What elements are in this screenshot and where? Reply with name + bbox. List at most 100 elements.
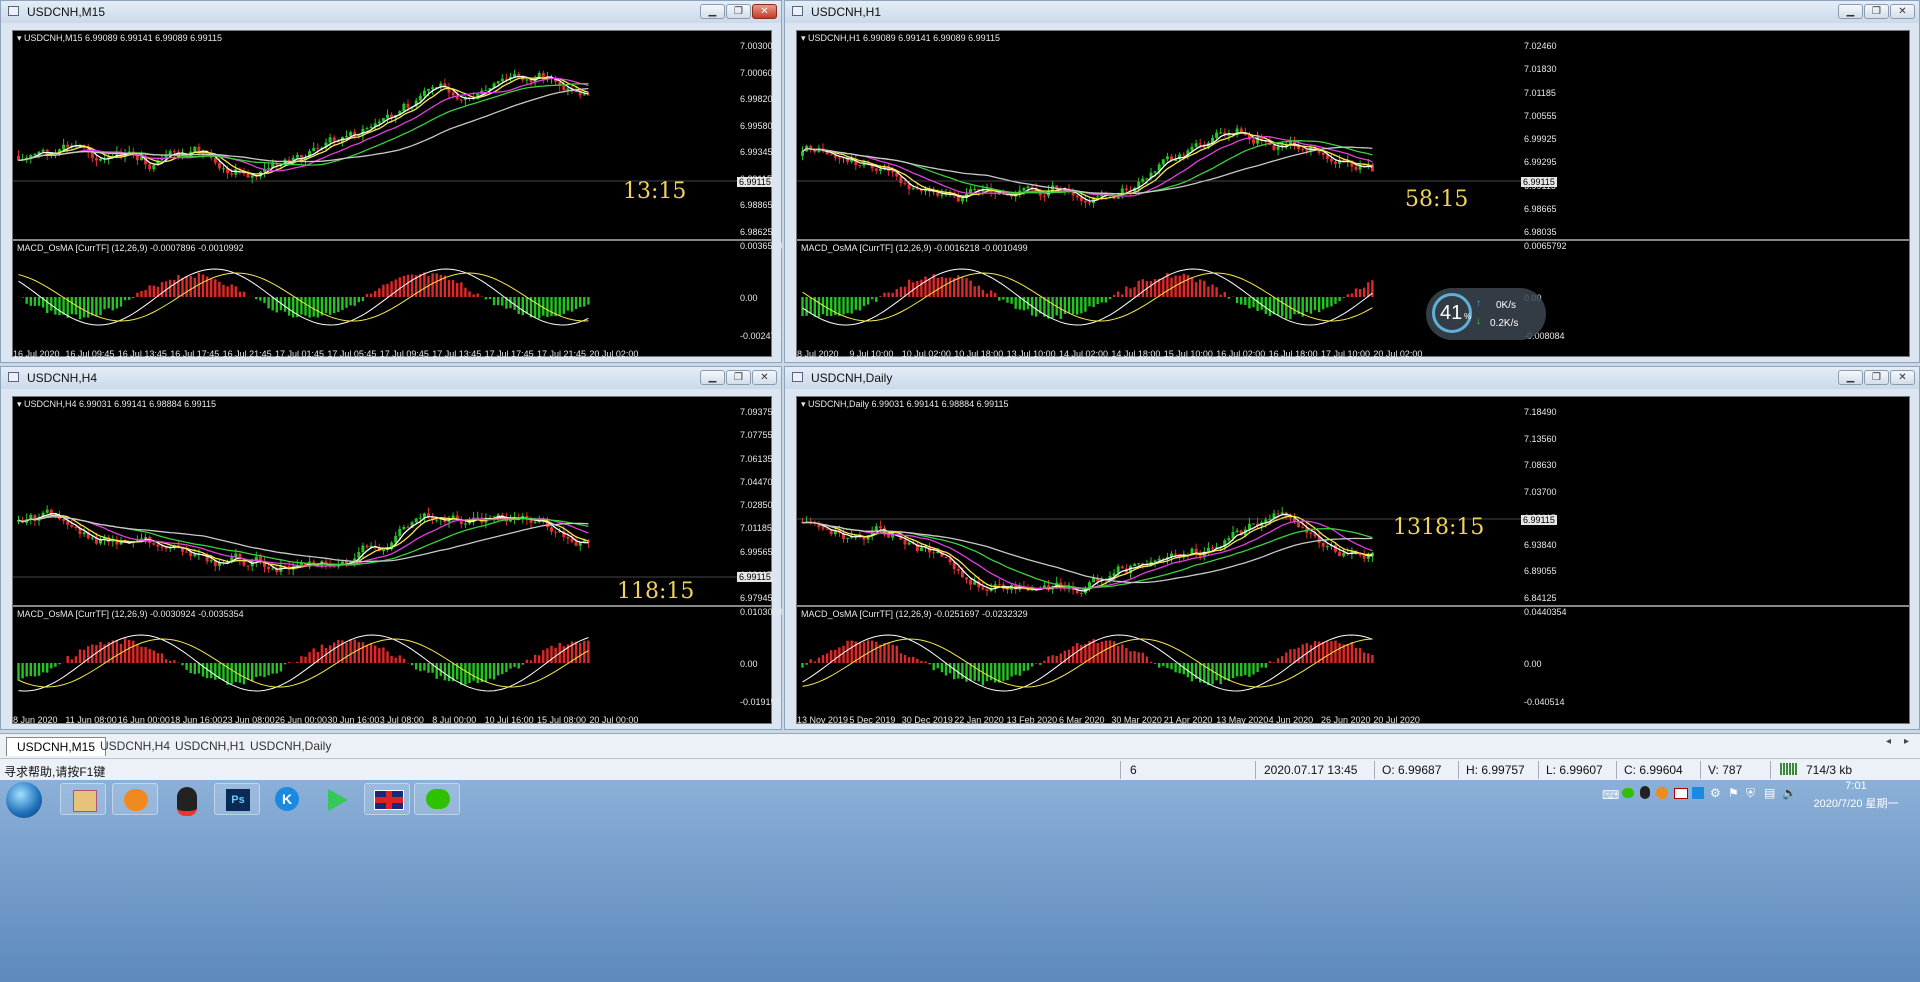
network-speed-widget[interactable]: 41 % ↑ 0K/s ↓ 0.2K/s — [1426, 288, 1546, 340]
tray-qq-icon[interactable] — [1640, 786, 1650, 799]
minimize-button[interactable]: ▁ — [700, 370, 725, 385]
candle — [582, 94, 586, 96]
macd-bar — [1260, 663, 1263, 668]
time-tick: 13 Jul 10:00 — [1006, 349, 1056, 359]
tray-app-icon[interactable] — [1692, 787, 1704, 799]
taskbar-qq-icon[interactable] — [164, 783, 210, 816]
macd-bar — [801, 297, 804, 316]
price-tick: 7.01830 — [1524, 64, 1557, 75]
maximize-button[interactable]: ❐ — [1864, 4, 1889, 19]
macd-bar — [37, 297, 41, 306]
macd-bar — [1186, 275, 1190, 297]
macd-bar — [87, 297, 90, 318]
price-tick: 7.00300 — [740, 41, 773, 51]
macd-bar — [1051, 297, 1054, 319]
macd-pane[interactable]: MACD_OsMA [CurrTF] (12,26,9) -0.0016218 … — [797, 241, 1567, 345]
window-titlebar[interactable]: USDCNH,Daily ▁ ❐ ✕ — [785, 367, 1919, 389]
tray-mail-icon[interactable] — [1674, 788, 1688, 799]
macd-bar — [517, 297, 520, 315]
macd-bar — [1313, 640, 1317, 663]
tray-keyboard-icon[interactable]: ⌨ — [1602, 788, 1619, 802]
candle — [533, 521, 537, 523]
chart-area[interactable]: ▾ USDCNH,Daily 6.99031 6.99141 6.98884 6… — [796, 396, 1910, 725]
minimize-button[interactable]: ▁ — [700, 4, 725, 19]
tab-daily[interactable]: USDCNH,Daily — [240, 737, 341, 755]
current-price-tag: 6.99115 — [737, 572, 773, 582]
price-pane[interactable]: ▾ USDCNH,H1 6.99089 6.99141 6.99089 6.99… — [797, 31, 1557, 239]
taskbar-wechat-icon[interactable] — [414, 783, 460, 815]
clock-time[interactable]: 7:01 — [1806, 780, 1906, 792]
price-tick: 7.13560 — [1524, 433, 1557, 444]
macd-bar — [875, 297, 878, 302]
macd-pane[interactable]: MACD_OsMA [CurrTF] (12,26,9) -0.0251697 … — [797, 607, 1567, 711]
price-chart-svg — [797, 507, 1522, 597]
chart-window-m15[interactable]: USDCNH,M15 ▁ ❐ ✕ ▾ USDCNH,M15 6.99089 6.… — [0, 0, 783, 363]
tray-volume-icon[interactable]: 🔈 — [1782, 786, 1797, 800]
window-titlebar[interactable]: USDCNH,H4 ▁ ❐ ✕ — [1, 367, 781, 389]
taskbar-foxmail-icon[interactable] — [112, 783, 158, 815]
close-button[interactable]: ✕ — [752, 370, 777, 385]
chart-area[interactable]: ▾ USDCNH,H1 6.99089 6.99141 6.99089 6.99… — [796, 30, 1910, 359]
clock-date[interactable]: 2020/7/20 星期一 — [1806, 795, 1906, 811]
chart-window-h4[interactable]: USDCNH,H4 ▁ ❐ ✕ ▾ USDCNH,H4 6.99031 6.99… — [0, 366, 783, 730]
maximize-button[interactable]: ❐ — [726, 4, 751, 19]
minimize-button[interactable]: ▁ — [1838, 370, 1863, 385]
tray-tools-icon[interactable]: ⚙ — [1710, 786, 1721, 800]
bar-countdown: 58:15 — [1405, 187, 1469, 212]
taskbar-file-manager-icon[interactable] — [60, 783, 106, 815]
minimize-button[interactable]: ▁ — [1838, 4, 1863, 19]
price-pane[interactable]: ▾ USDCNH,M15 6.99089 6.99141 6.99089 6.9… — [13, 31, 773, 239]
macd-bar — [858, 297, 862, 311]
window-titlebar[interactable]: USDCNH,H1 ▁ ❐ ✕ — [785, 1, 1919, 23]
tray-shield-icon[interactable]: ⛨ — [1746, 786, 1755, 801]
status-volume: V: 787 — [1708, 763, 1743, 777]
close-button[interactable]: ✕ — [1890, 4, 1915, 19]
chart-window-h1[interactable]: USDCNH,H1 ▁ ❐ ✕ ▾ USDCNH,H1 6.99089 6.99… — [784, 0, 1920, 363]
chart-window-d1[interactable]: USDCNH,Daily ▁ ❐ ✕ ▾ USDCNH,Daily 6.9903… — [784, 366, 1920, 730]
taskbar-uk-flag-icon[interactable] — [364, 783, 410, 815]
macd-bar — [1088, 297, 1091, 307]
tray-wechat-icon[interactable] — [1622, 788, 1634, 798]
taskbar-kugou-icon[interactable]: K — [264, 783, 310, 815]
window-titlebar[interactable]: USDCNH,M15 ▁ ❐ ✕ — [1, 1, 781, 23]
macd-bar — [883, 642, 886, 663]
taskbar-photoshop-icon[interactable]: Ps — [214, 783, 260, 815]
macd-pane[interactable]: MACD_OsMA [CurrTF] (12,26,9) -0.0030924 … — [13, 607, 783, 711]
chart-area[interactable]: ▾ USDCNH,H4 6.99031 6.99141 6.98884 6.99… — [12, 396, 783, 725]
candle — [911, 188, 915, 190]
tray-flag-icon[interactable]: ⚑ — [1728, 786, 1739, 800]
price-pane[interactable]: ▾ USDCNH,H4 6.99031 6.99141 6.98884 6.99… — [13, 397, 773, 605]
candle — [193, 146, 197, 152]
macd-bar — [817, 657, 821, 663]
macd-bar — [415, 663, 418, 670]
macd-bar — [148, 648, 151, 663]
macd-bar — [862, 641, 866, 663]
macd-bar — [447, 663, 451, 682]
close-button[interactable]: ✕ — [752, 4, 777, 19]
tray-foxmail-icon[interactable] — [1656, 787, 1668, 799]
macd-bar — [1248, 663, 1251, 677]
candle — [846, 537, 850, 539]
macd-bar — [977, 285, 980, 297]
macd-bar — [834, 649, 837, 663]
tab-scroll-right-icon[interactable]: ▸ — [1904, 736, 1909, 747]
macd-bar — [1309, 297, 1313, 314]
macd-bar — [353, 297, 356, 306]
tab-scroll-left-icon[interactable]: ◂ — [1886, 736, 1891, 747]
price-pane[interactable]: ▾ USDCNH,Daily 6.99031 6.99141 6.98884 6… — [797, 397, 1557, 605]
candle — [566, 537, 570, 539]
macd-bar — [312, 297, 315, 317]
close-button[interactable]: ✕ — [1890, 370, 1915, 385]
macd-bar — [21, 663, 24, 679]
macd-pane[interactable]: MACD_OsMA [CurrTF] (12,26,9) -0.0007896 … — [13, 241, 783, 345]
tray-network-icon[interactable]: ▤ — [1764, 786, 1775, 800]
maximize-button[interactable]: ❐ — [726, 370, 751, 385]
chart-area[interactable]: ▾ USDCNH,M15 6.99089 6.99141 6.99089 6.9… — [12, 30, 783, 359]
taskbar-media-player-icon[interactable] — [314, 783, 360, 815]
maximize-button[interactable]: ❐ — [1864, 370, 1889, 385]
macd-bar — [903, 654, 907, 663]
start-orb-icon[interactable] — [6, 782, 42, 818]
macd-bar — [345, 642, 348, 663]
candle — [1190, 146, 1194, 151]
macd-bar — [70, 659, 73, 663]
